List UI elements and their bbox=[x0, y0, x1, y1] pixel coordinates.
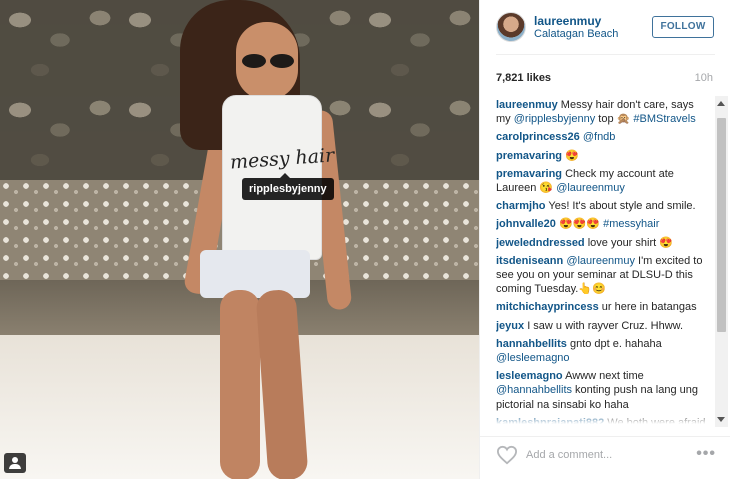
comment-item: hannahbellits gnto dpt e. hahaha @leslee… bbox=[496, 337, 708, 365]
scroll-up-icon[interactable] bbox=[717, 101, 725, 106]
comment-text: I saw u with rayver Cruz. Hhww. bbox=[524, 319, 684, 332]
mention-link[interactable]: @laureenmuy bbox=[566, 255, 635, 267]
comment-item: premavaring 😍 bbox=[496, 149, 708, 163]
mention-link[interactable]: @laureenmuy bbox=[556, 182, 625, 194]
person-tag-icon[interactable] bbox=[4, 453, 26, 473]
mention-link[interactable]: #BMStravels bbox=[633, 113, 695, 125]
scroll-down-icon[interactable] bbox=[717, 417, 725, 422]
heart-outline-icon[interactable] bbox=[496, 445, 518, 465]
comment-text: Awww next time bbox=[562, 370, 644, 383]
person: messy hair bbox=[150, 0, 360, 479]
comment-list: laureenmuy Messy hair don't care, says m… bbox=[496, 98, 708, 424]
comment-username[interactable]: lesleemagno bbox=[496, 370, 563, 382]
comment-username[interactable]: carolprincess26 bbox=[496, 131, 580, 143]
comment-item: itsdeniseann @laureenmuy I'm excited to … bbox=[496, 254, 708, 297]
comment-text: 😍 bbox=[562, 149, 579, 162]
more-horizontal-icon[interactable]: ••• bbox=[696, 445, 716, 463]
comment-username[interactable]: premavaring bbox=[496, 168, 562, 180]
comment-username[interactable]: johnvalle20 bbox=[496, 218, 556, 230]
comment-text: ur here in batangas bbox=[598, 301, 697, 314]
comment-username[interactable]: jeyux bbox=[496, 320, 524, 332]
comment-text: gnto dpt e. hahaha bbox=[566, 337, 662, 350]
comment-username[interactable]: itsdeniseann bbox=[496, 255, 563, 267]
comment-text: Yes! It's about style and smile. bbox=[545, 200, 696, 213]
mention-link[interactable]: @ripplesbyjenny bbox=[514, 113, 596, 125]
comment-text: top 🙊 bbox=[595, 113, 634, 126]
comment-text: 😍😍😍 bbox=[555, 218, 604, 231]
comment-username[interactable]: laureenmuy bbox=[496, 99, 558, 111]
post-sidebar: laureenmuy Calatagan Beach FOLLOW 7,821 … bbox=[479, 0, 730, 479]
mention-link[interactable]: @fndb bbox=[583, 131, 616, 143]
divider bbox=[496, 54, 715, 55]
location-link[interactable]: Calatagan Beach bbox=[534, 28, 618, 40]
post-header: laureenmuy Calatagan Beach FOLLOW bbox=[480, 0, 730, 54]
mention-link[interactable]: #messyhair bbox=[603, 218, 659, 230]
sunglasses bbox=[242, 54, 298, 70]
comment-username[interactable]: premavaring bbox=[496, 150, 562, 162]
comment-item: premavaring Check my account ate Laureen… bbox=[496, 167, 708, 195]
comment-item: carolprincess26 @fndb bbox=[496, 130, 708, 144]
comment-item: mitchichayprincess ur here in batangas bbox=[496, 300, 708, 314]
comment-item: lesleemagno Awww next time @hannahbellit… bbox=[496, 369, 708, 412]
comment-item: johnvalle20 😍😍😍 #messyhair bbox=[496, 217, 708, 231]
comment-item: charmjho Yes! It's about style and smile… bbox=[496, 199, 708, 213]
comment-item: laureenmuy Messy hair don't care, says m… bbox=[496, 98, 708, 126]
comment-username[interactable]: mitchichayprincess bbox=[496, 301, 599, 313]
author-username[interactable]: laureenmuy bbox=[534, 14, 601, 28]
avatar[interactable] bbox=[496, 12, 526, 42]
comment-username[interactable]: jeweledndressed bbox=[496, 237, 585, 249]
comment-bar: ••• bbox=[480, 436, 730, 479]
comment-username[interactable]: hannahbellits bbox=[496, 338, 567, 350]
comment-username[interactable]: charmjho bbox=[496, 200, 546, 212]
comment-item: jeweledndressed love your shirt 😍 bbox=[496, 236, 708, 250]
mention-link[interactable]: @hannahbellits bbox=[496, 384, 572, 396]
comment-item: jeyux I saw u with rayver Cruz. Hhww. bbox=[496, 319, 708, 333]
likes-count[interactable]: 7,821 likes bbox=[496, 72, 551, 84]
add-comment-input[interactable] bbox=[526, 447, 686, 463]
mention-link[interactable]: @lesleemagno bbox=[496, 352, 570, 364]
post-photo[interactable]: messy hair ripplesbyjenny bbox=[0, 0, 479, 479]
scrollbar[interactable] bbox=[715, 96, 728, 427]
scrollbar-thumb[interactable] bbox=[717, 118, 726, 332]
comment-text: love your shirt 😍 bbox=[584, 236, 673, 249]
photo-user-tag[interactable]: ripplesbyjenny bbox=[242, 173, 334, 200]
follow-button[interactable]: FOLLOW bbox=[652, 16, 714, 38]
timestamp[interactable]: 10h bbox=[695, 72, 713, 84]
